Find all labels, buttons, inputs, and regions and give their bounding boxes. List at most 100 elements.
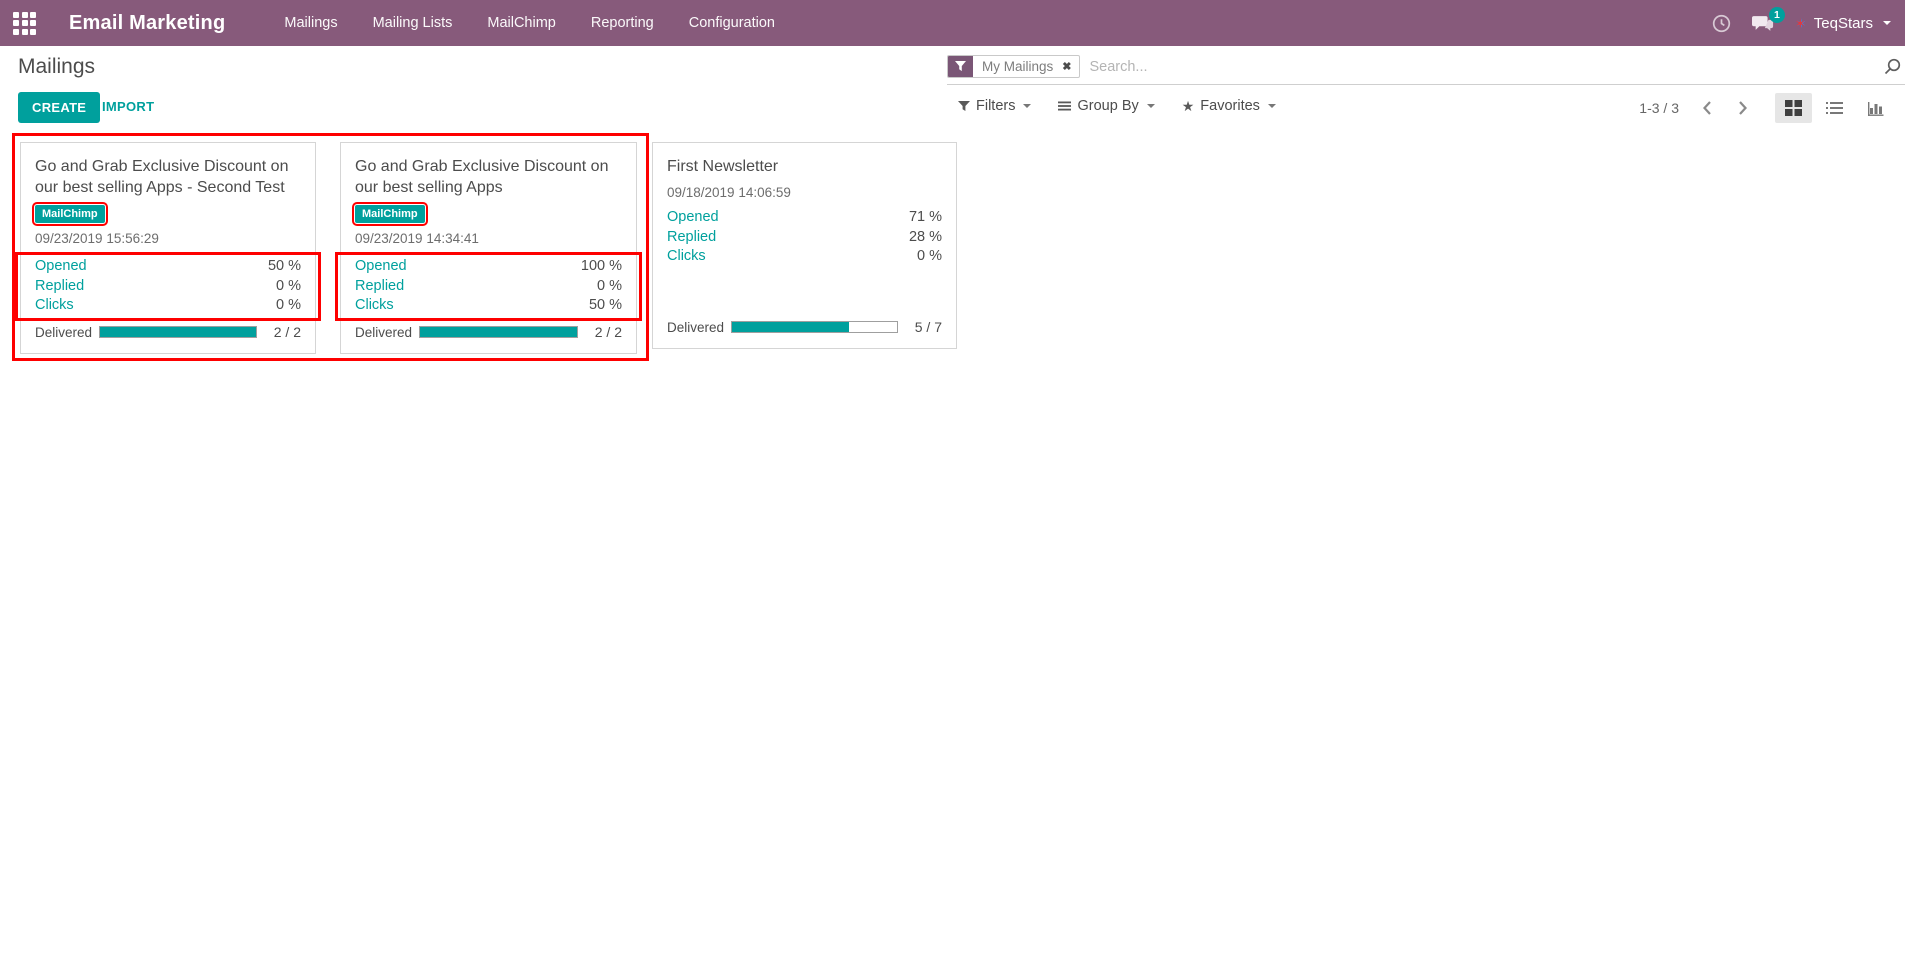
navbar-right: 1 ✶ TeqStars xyxy=(1712,14,1891,33)
app-title[interactable]: Email Marketing xyxy=(69,12,225,35)
page-title: Mailings xyxy=(18,55,95,79)
stat-opened-link[interactable]: Opened xyxy=(667,208,719,228)
mailchimp-badge: MailChimp xyxy=(35,205,105,223)
mailing-stats: Opened 100 % Replied 0 % Clicks 50 % xyxy=(335,252,642,321)
delivered-progress-bar xyxy=(419,326,578,338)
stat-clicks-link[interactable]: Clicks xyxy=(355,296,394,316)
filter-icon xyxy=(958,100,970,112)
delivered-value: 2 / 2 xyxy=(589,324,622,340)
stat-clicks-value: 0 % xyxy=(917,247,942,267)
delivered-value: 2 / 2 xyxy=(268,324,301,340)
stat-replied-value: 0 % xyxy=(597,277,622,297)
apps-menu-icon[interactable] xyxy=(13,12,36,35)
chevron-down-icon xyxy=(1023,104,1031,108)
mailing-date: 09/23/2019 14:34:41 xyxy=(355,231,622,246)
delivered-row: Delivered 2 / 2 xyxy=(35,324,301,340)
list-view-icon[interactable] xyxy=(1816,94,1853,123)
chevron-down-icon xyxy=(1883,21,1891,25)
top-navbar: Email Marketing Mailings Mailing Lists M… xyxy=(0,0,1905,46)
delivered-label: Delivered xyxy=(355,325,419,340)
pager-and-views: 1-3 / 3 xyxy=(1639,93,1894,123)
stat-row: Opened 71 % xyxy=(667,208,942,228)
view-switcher xyxy=(1775,93,1894,123)
badge-row: MailChimp xyxy=(35,204,301,223)
search-bar[interactable]: My Mailings ✖ xyxy=(947,55,1905,85)
company-logo-icon: ✶ xyxy=(1795,17,1806,30)
stat-replied-link[interactable]: Replied xyxy=(355,277,404,297)
kanban-card[interactable]: First Newsletter 09/18/2019 14:06:59 Ope… xyxy=(652,142,957,349)
stat-clicks-link[interactable]: Clicks xyxy=(667,247,706,267)
group-by-label: Group By xyxy=(1077,98,1138,114)
mailing-title[interactable]: Go and Grab Exclusive Discount on our be… xyxy=(355,156,622,198)
stat-row: Replied 0 % xyxy=(355,277,622,297)
delivered-row: Delivered 2 / 2 xyxy=(355,324,622,340)
control-panel-top: Mailings My Mailings ✖ xyxy=(0,46,1905,85)
mailchimp-badge: MailChimp xyxy=(355,205,425,223)
stat-row: Clicks 0 % xyxy=(35,296,301,316)
user-name: TeqStars xyxy=(1814,15,1873,32)
top-menu: Mailings Mailing Lists MailChimp Reporti… xyxy=(282,2,777,44)
graph-view-icon[interactable] xyxy=(1857,94,1894,123)
messages-icon[interactable]: 1 xyxy=(1752,14,1774,33)
facet-remove-icon[interactable]: ✖ xyxy=(1061,56,1079,77)
menu-mailchimp[interactable]: MailChimp xyxy=(485,2,558,44)
group-by-icon xyxy=(1058,100,1071,112)
stat-opened-value: 100 % xyxy=(581,257,622,277)
mailing-stats: Opened 50 % Replied 0 % Clicks 0 % xyxy=(15,252,321,321)
user-menu[interactable]: ✶ TeqStars xyxy=(1795,15,1891,32)
search-options: Filters Group By ★ Favorites xyxy=(958,98,1276,114)
stat-clicks-value: 0 % xyxy=(276,296,301,316)
menu-reporting[interactable]: Reporting xyxy=(589,2,656,44)
stat-replied-link[interactable]: Replied xyxy=(667,228,716,248)
delivered-value: 5 / 7 xyxy=(909,319,942,335)
kanban-card[interactable]: Go and Grab Exclusive Discount on our be… xyxy=(20,142,316,354)
import-button[interactable]: IMPORT xyxy=(102,99,154,114)
mailing-date: 09/23/2019 15:56:29 xyxy=(35,231,301,246)
stat-opened-value: 71 % xyxy=(909,208,942,228)
star-icon: ★ xyxy=(1182,99,1195,113)
mailing-title[interactable]: Go and Grab Exclusive Discount on our be… xyxy=(35,156,301,198)
filters-label: Filters xyxy=(976,98,1015,114)
mailing-title[interactable]: First Newsletter xyxy=(667,156,942,177)
delivered-row: Delivered 5 / 7 xyxy=(667,319,942,335)
menu-mailing-lists[interactable]: Mailing Lists xyxy=(371,2,455,44)
filters-dropdown[interactable]: Filters xyxy=(958,98,1031,114)
kanban-view: Go and Grab Exclusive Discount on our be… xyxy=(0,130,1905,930)
stat-clicks-link[interactable]: Clicks xyxy=(35,296,74,316)
mailing-stats: Opened 71 % Replied 28 % Clicks 0 % xyxy=(667,206,942,269)
stat-row: Opened 100 % xyxy=(355,257,622,277)
stat-opened-link[interactable]: Opened xyxy=(35,257,87,277)
delivered-label: Delivered xyxy=(35,325,99,340)
delivered-progress-bar xyxy=(731,321,898,333)
chevron-down-icon xyxy=(1268,104,1276,108)
create-button[interactable]: CREATE xyxy=(18,92,100,123)
favorites-label: Favorites xyxy=(1200,98,1260,114)
pager-next-icon[interactable] xyxy=(1738,100,1748,116)
menu-mailings[interactable]: Mailings xyxy=(282,2,339,44)
delivered-label: Delivered xyxy=(667,320,731,335)
kanban-view-icon[interactable] xyxy=(1775,93,1812,123)
badge-row: MailChimp xyxy=(355,204,622,223)
delivered-progress-bar xyxy=(99,326,257,338)
filter-funnel-icon xyxy=(948,56,973,77)
stat-row: Replied 28 % xyxy=(667,228,942,248)
menu-configuration[interactable]: Configuration xyxy=(687,2,777,44)
control-panel-buttons: CREATE IMPORT Filters Group By ★ Favorit… xyxy=(0,85,1905,130)
stat-replied-value: 0 % xyxy=(276,277,301,297)
mailing-date: 09/18/2019 14:06:59 xyxy=(667,185,942,200)
pager-previous-icon[interactable] xyxy=(1702,100,1712,116)
stat-row: Opened 50 % xyxy=(35,257,301,277)
messages-count-badge: 1 xyxy=(1769,7,1785,23)
activities-clock-icon[interactable] xyxy=(1712,14,1731,33)
stat-replied-link[interactable]: Replied xyxy=(35,277,84,297)
stat-opened-value: 50 % xyxy=(268,257,301,277)
search-input[interactable] xyxy=(1089,59,1884,75)
kanban-card[interactable]: Go and Grab Exclusive Discount on our be… xyxy=(340,142,637,354)
favorites-dropdown[interactable]: ★ Favorites xyxy=(1182,98,1276,114)
pager-arrows xyxy=(1702,100,1748,116)
group-by-dropdown[interactable]: Group By xyxy=(1058,98,1154,114)
search-icon[interactable] xyxy=(1884,58,1901,75)
stat-opened-link[interactable]: Opened xyxy=(355,257,407,277)
search-facet: My Mailings ✖ xyxy=(947,55,1080,78)
stat-row: Replied 0 % xyxy=(35,277,301,297)
